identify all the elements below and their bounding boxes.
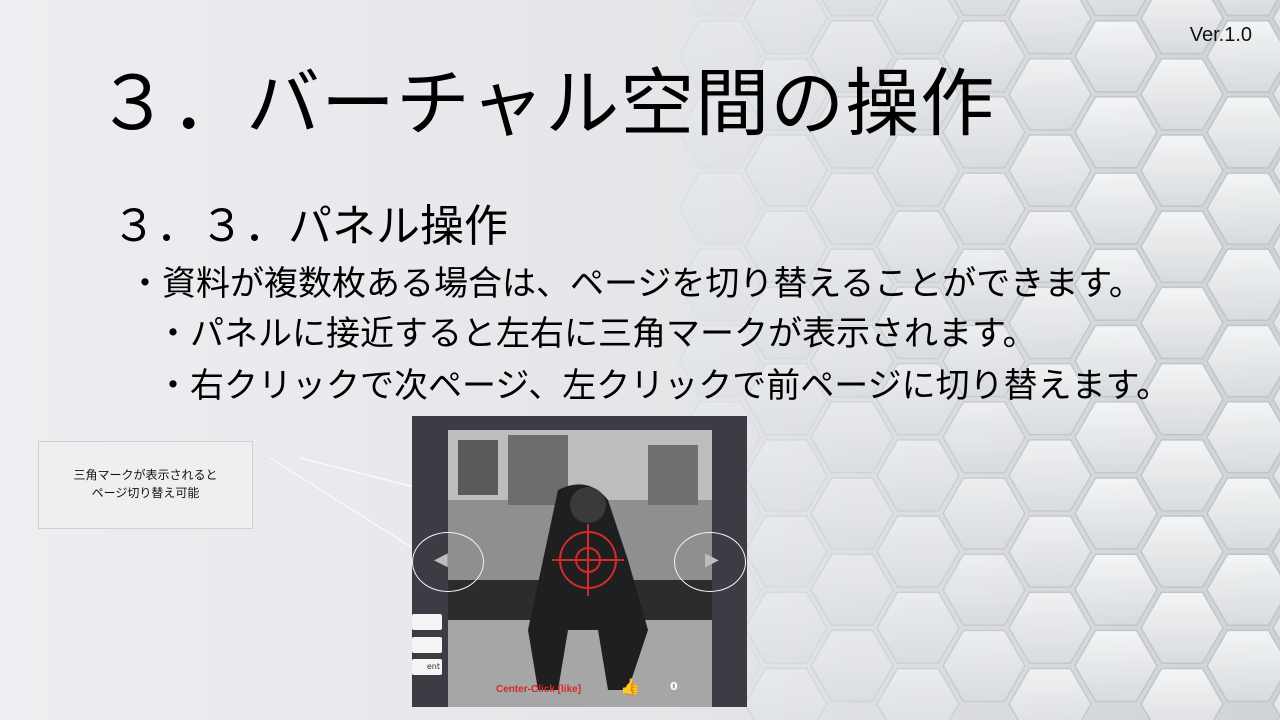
callout-box: 三角マークが表示されると ページ切り替え可能 <box>38 441 253 529</box>
slide-title: ３．バーチャル空間の操作 <box>96 61 996 147</box>
side-button[interactable]: ent <box>412 659 442 675</box>
thumbs-up-icon[interactable]: 👍 <box>620 677 640 696</box>
version-label: Ver.1.0 <box>1189 24 1252 46</box>
callout-line: 三角マークが表示されると <box>73 468 218 482</box>
photo-panel <box>448 430 712 707</box>
side-button[interactable] <box>412 637 442 653</box>
section-subtitle: ３．３．パネル操作 <box>112 201 508 252</box>
triangle-left-icon[interactable]: ◀ <box>434 549 448 570</box>
like-label: Center-Click [like] <box>496 684 582 695</box>
callout-line: ページ切り替え可能 <box>91 486 200 500</box>
prev-page-zone[interactable] <box>412 532 484 592</box>
like-count: 0 <box>670 680 678 693</box>
triangle-right-icon[interactable]: ▶ <box>705 549 719 570</box>
vr-screenshot: ◀ ▶ ent Center-Click [like] 👍 0 <box>412 416 747 707</box>
side-button[interactable] <box>412 614 442 630</box>
bullet-item: ・資料が複数枚ある場合は、ページを切り替えることができます。 <box>128 264 1143 304</box>
bullet-item: ・右クリックで次ページ、左クリックで前ページに切り替えます。 <box>156 366 1171 406</box>
bullet-item: ・パネルに接近すると左右に三角マークが表示されます。 <box>156 314 1037 354</box>
